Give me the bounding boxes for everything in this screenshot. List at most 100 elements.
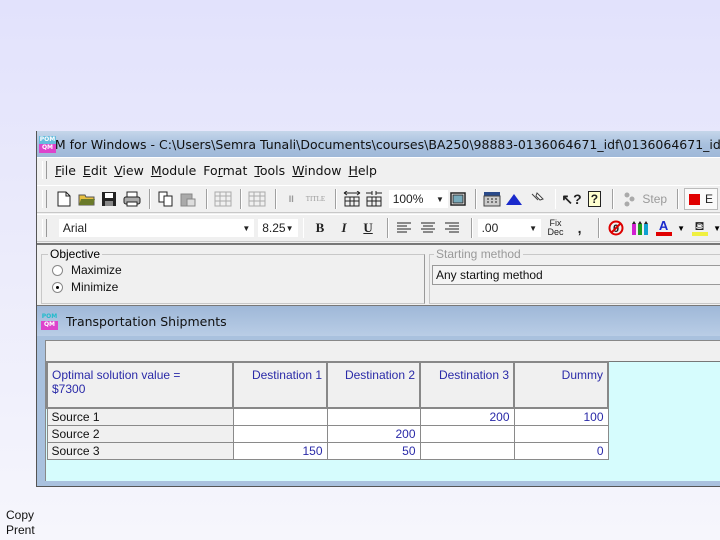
print-button[interactable]: [122, 189, 141, 209]
toolbar-separator: [240, 189, 243, 209]
fill-color-dropdown[interactable]: ▼: [713, 224, 720, 233]
table-cell[interactable]: [513, 425, 609, 443]
align-right-icon: [445, 222, 460, 233]
title-icon: TITLE: [305, 195, 326, 203]
delete-rows-button[interactable]: [247, 189, 266, 209]
decimal-format-select[interactable]: .00 ▼: [477, 219, 541, 237]
menu-module[interactable]: Module: [151, 163, 196, 178]
annotation-button[interactable]: [527, 189, 546, 209]
table-cell[interactable]: 100: [513, 407, 609, 426]
row-label: Source 1: [46, 407, 234, 426]
toolbar-separator: [274, 189, 277, 209]
starting-method-select[interactable]: Any starting method: [432, 265, 720, 285]
child-title-bar[interactable]: POM QM Transportation Shipments: [37, 306, 720, 336]
column-header: Destination 3: [419, 361, 515, 409]
bold-button[interactable]: B: [309, 218, 330, 238]
font-color-dropdown[interactable]: ▼: [677, 224, 685, 233]
narrow-columns-button[interactable]: [364, 189, 383, 209]
solution-value-header: Optimal solution value = $7300: [46, 361, 234, 409]
underline-button[interactable]: U: [358, 218, 379, 238]
printer-icon: [123, 191, 141, 207]
menu-tools[interactable]: Tools: [254, 163, 285, 178]
open-button[interactable]: [77, 189, 96, 209]
menu-file[interactable]: File: [55, 163, 76, 178]
table-row: Source 1 200 100: [46, 407, 609, 426]
full-screen-button[interactable]: [448, 189, 467, 209]
menu-format[interactable]: Format: [203, 163, 247, 178]
toolbar-grip[interactable]: [42, 219, 47, 237]
open-folder-icon: [78, 194, 95, 206]
title-bar[interactable]: POM QM QM for Windows - C:\Users\Semra T…: [37, 131, 720, 157]
table-cell[interactable]: [232, 407, 328, 426]
slide-footer-text: Copy Prent: [6, 508, 35, 537]
table-cell[interactable]: [232, 425, 328, 443]
underline-icon: U: [363, 220, 373, 235]
menu-view[interactable]: View: [114, 163, 144, 178]
column-header: Dummy: [513, 361, 609, 409]
row-label: Source 3: [46, 442, 234, 460]
column-header: Destination 1: [232, 361, 328, 409]
font-name-select[interactable]: Arial ▼: [58, 219, 255, 237]
table-cell[interactable]: 200: [419, 407, 515, 426]
table-cell[interactable]: 150: [232, 442, 328, 460]
minimize-radio[interactable]: [52, 281, 63, 293]
insert-rows-button[interactable]: [213, 189, 232, 209]
maximize-radio[interactable]: [52, 264, 63, 276]
toolbar-grip[interactable]: [42, 190, 47, 208]
title-button[interactable]: TITLE: [304, 189, 327, 209]
font-color-button[interactable]: A: [653, 218, 674, 238]
italic-button[interactable]: I: [334, 218, 355, 238]
pin-icon: [531, 192, 544, 201]
fill-color-button[interactable]: ⛾: [689, 218, 710, 238]
align-center-icon: [421, 222, 436, 233]
font-size-select[interactable]: 8.25 ▼: [258, 219, 298, 237]
menubar-grip[interactable]: [42, 161, 47, 179]
maximize-option[interactable]: Maximize: [52, 263, 122, 277]
menu-window[interactable]: Window: [292, 163, 341, 178]
step-icon-button[interactable]: [619, 189, 638, 209]
format-toolbar: Arial ▼ 8.25 ▼ B I U .00 ▼ Fix Dec , A ▼…: [37, 214, 720, 242]
widen-columns-button[interactable]: [342, 189, 361, 209]
table-cell[interactable]: 200: [326, 425, 421, 443]
table-cell[interactable]: 0: [513, 442, 609, 460]
table-cell[interactable]: 50: [326, 442, 421, 460]
table-row: Source 2 200: [46, 425, 609, 443]
starting-method-label: Starting method: [434, 247, 523, 261]
comma-icon: ,: [577, 220, 582, 236]
help-pointer-icon: ↖?: [561, 190, 582, 207]
fix-decimal-button[interactable]: Fix Dec: [545, 218, 566, 238]
copy-button[interactable]: [156, 189, 175, 209]
align-right-button[interactable]: [442, 218, 463, 238]
paint-bucket-icon: ⛾: [694, 219, 705, 233]
toolbar-separator: [554, 189, 557, 209]
context-help-button[interactable]: ↖?: [561, 189, 581, 209]
calculator-button[interactable]: [482, 189, 501, 209]
paste-button[interactable]: [179, 189, 198, 209]
align-left-icon: [397, 222, 412, 233]
italic-icon: I: [341, 220, 347, 235]
comma-button[interactable]: ,: [569, 218, 590, 238]
zero-suppress-button[interactable]: 0: [605, 218, 626, 238]
results-grid-area: Optimal solution value = $7300 Destinati…: [45, 340, 720, 481]
menu-edit[interactable]: Edit: [83, 163, 107, 178]
minimize-option[interactable]: Minimize: [52, 280, 118, 294]
align-center-button[interactable]: [418, 218, 439, 238]
help-button[interactable]: ?: [585, 189, 604, 209]
zoom-select[interactable]: 100% ▼: [388, 190, 448, 208]
edit-mode-button[interactable]: E: [684, 188, 719, 210]
paste-icon: [180, 193, 196, 207]
table-cell[interactable]: [326, 407, 421, 426]
colors-button[interactable]: [629, 218, 650, 238]
window-icon: [449, 192, 466, 206]
menu-help[interactable]: Help: [348, 163, 377, 178]
save-button[interactable]: [100, 189, 119, 209]
step-button[interactable]: Step: [642, 192, 667, 206]
table-cell[interactable]: [419, 442, 515, 460]
align-left-button[interactable]: [394, 218, 415, 238]
table-cell[interactable]: [419, 425, 515, 443]
chevron-down-icon: ▼: [242, 223, 251, 233]
normal-distribution-button[interactable]: [505, 189, 524, 209]
new-file-button[interactable]: [55, 189, 74, 209]
pause-button[interactable]: II: [282, 189, 301, 209]
pause-icon: II: [288, 194, 294, 204]
